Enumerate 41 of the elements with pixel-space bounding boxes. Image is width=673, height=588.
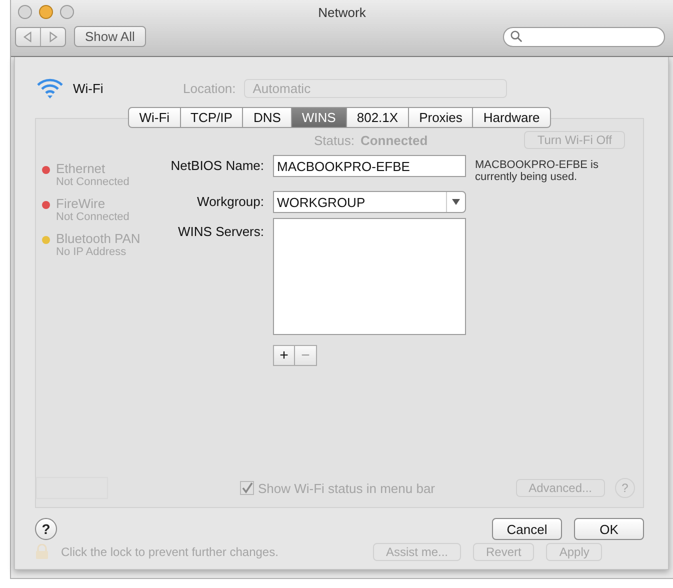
netbios-field[interactable]: MACBOOKPRO-EFBE [273,155,466,177]
wifi-icon [35,77,65,99]
status-label: Status: [314,132,354,148]
minimize-button[interactable] [39,5,53,19]
tab[interactable]: Hardware [473,107,551,128]
service-item: Bluetooth PAN [56,231,140,246]
zoom-button[interactable] [60,5,74,19]
service-status: No IP Address [56,246,128,258]
search-field[interactable] [503,26,665,46]
tab[interactable]: Wi-Fi [128,107,181,128]
netbios-label: NetBIOS Name: [170,157,264,175]
tab[interactable]: WINS [292,107,347,128]
service-status: Not Connected [56,211,130,223]
lock-icon [35,544,49,560]
service-item: FireWire [56,196,106,211]
show-status-label: Show Wi-Fi status in menu bar [258,480,436,496]
name-note: MACBOOKPRO-EFBE is currently being used. [475,158,600,183]
service-item: Ethernet [56,161,106,176]
wins-label: WINS Servers: [177,223,264,241]
workgroup-label: Workgroup: [196,193,264,211]
help-button[interactable]: ? [35,518,57,540]
tab[interactable]: DNS [243,107,292,128]
search-icon [510,30,523,43]
tab[interactable]: Proxies [409,107,474,128]
service-status: Not Connected [56,176,130,188]
workgroup-combo[interactable]: WORKGROUP [273,191,466,213]
lock-text: Click the lock to prevent further changes. [61,545,280,559]
location-popup: Automatic [244,78,507,98]
ok-button[interactable]: OK [574,518,644,540]
add-button[interactable]: + [273,345,295,366]
status-value: Connected [360,132,428,148]
location-label: Location: [183,80,236,96]
window-title: Network [318,4,366,20]
cancel-button[interactable]: Cancel [492,518,562,540]
service-name: Wi-Fi [73,80,104,96]
show-all-button[interactable]: Show All [74,26,146,47]
close-button[interactable] [18,5,32,19]
tab[interactable]: 802.1X [346,107,410,128]
wins-server-list[interactable] [273,218,466,335]
caret-icon [452,199,460,205]
tab[interactable]: TCP/IP [180,107,244,128]
